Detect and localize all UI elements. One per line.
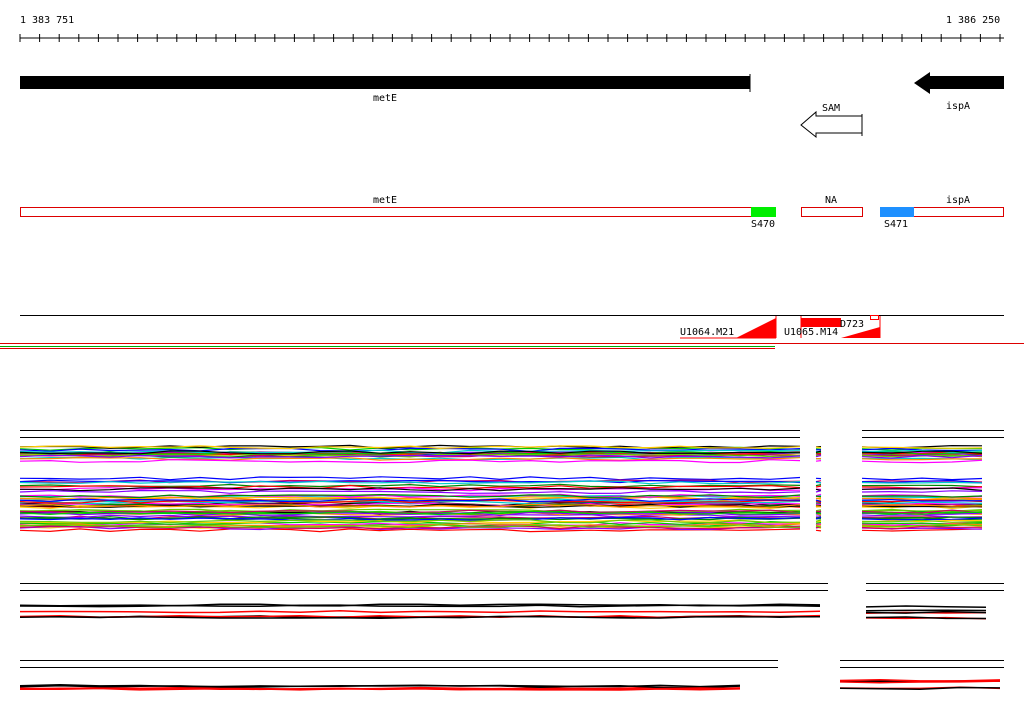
- gene-arrow-metE[interactable]: [20, 76, 750, 89]
- gene-arrow-ispA[interactable]: [914, 72, 1004, 94]
- segment-label-metE: metE: [373, 195, 398, 206]
- coordinate-ruler: [19, 34, 1004, 42]
- expression-track-1: [19, 430, 1004, 533]
- feature-D723[interactable]: [801, 318, 841, 327]
- marker-S471[interactable]: [880, 207, 914, 217]
- marker-label-S470: S470: [751, 219, 776, 230]
- gene-label-metE: metE: [373, 93, 398, 104]
- marker-label-S471: S471: [884, 219, 909, 230]
- feature-label-D723: D723: [840, 319, 865, 330]
- feature-track: [0, 315, 1024, 349]
- feature-U1064.M21[interactable]: [736, 318, 776, 338]
- gene-track: [20, 72, 1004, 139]
- marker-S470[interactable]: [751, 207, 776, 217]
- feature-label-U1065.M14: U1065.M14: [784, 327, 839, 338]
- segment-NA[interactable]: [801, 207, 863, 217]
- coord-start-label: 1 383 751: [20, 15, 75, 26]
- feature-label-U1064.M21: U1064.M21: [680, 327, 735, 338]
- gene-label-SAM: SAM: [822, 103, 841, 114]
- segment-label-ispA: ispA: [946, 195, 971, 206]
- expression-track-3: [19, 660, 1004, 691]
- segment-label-NA: NA: [825, 195, 838, 206]
- coord-end-label: 1 386 250: [946, 15, 1001, 26]
- expression-track-2: [19, 583, 1004, 620]
- segment-track: [20, 207, 1004, 217]
- segment-metE[interactable]: [20, 207, 776, 217]
- gene-arrow-SAM[interactable]: [800, 110, 863, 139]
- gene-label-ispA: ispA: [946, 101, 971, 112]
- genome-browser-canvas: [0, 34, 1024, 691]
